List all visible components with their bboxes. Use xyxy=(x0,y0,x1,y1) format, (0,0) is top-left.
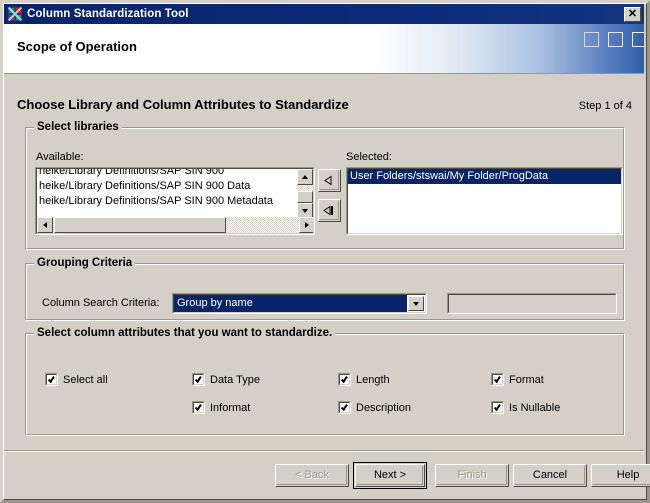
list-item-selected[interactable]: User Folders/stswai/My Folder/ProgData xyxy=(348,169,621,184)
dialog-content: Choose Library and Column Attributes to … xyxy=(4,75,644,450)
cancel-button[interactable]: Cancel xyxy=(513,464,587,487)
finish-button[interactable]: Finish xyxy=(435,464,509,487)
close-icon: ✕ xyxy=(627,7,638,20)
arrow-left-bar-icon xyxy=(323,205,333,216)
chevron-left-icon xyxy=(43,222,47,228)
checkbox-description[interactable]: Description xyxy=(338,401,411,414)
criteria-value-input[interactable] xyxy=(447,293,617,314)
checkbox-box[interactable] xyxy=(338,373,351,386)
selected-label: Selected: xyxy=(346,151,392,163)
checkbox-label: Format xyxy=(509,373,544,386)
close-button[interactable]: ✕ xyxy=(624,6,641,22)
checkbox-label: Length xyxy=(356,373,390,386)
selected-libraries-listbox[interactable]: User Folders/stswai/My Folder/ProgData xyxy=(346,167,623,235)
checkbox-is-nullable[interactable]: Is Nullable xyxy=(491,401,560,414)
select-libraries-group-title: Select libraries xyxy=(34,121,122,133)
dropdown-button[interactable] xyxy=(408,296,424,311)
chevron-up-icon xyxy=(302,175,308,179)
checkbox-label: Data Type xyxy=(210,373,260,386)
vertical-scroll-thumb[interactable] xyxy=(297,191,313,203)
check-icon xyxy=(494,375,502,383)
grouping-criteria-group-title: Grouping Criteria xyxy=(34,257,136,269)
horizontal-scroll-thumb[interactable] xyxy=(54,217,226,233)
check-icon xyxy=(341,375,349,383)
footer-separator xyxy=(4,450,644,452)
checkbox-label: Select all xyxy=(63,373,108,386)
checkbox-data-type[interactable]: Data Type xyxy=(192,373,260,386)
checkbox-label: Informat xyxy=(210,401,251,414)
scroll-left-button[interactable] xyxy=(37,217,53,233)
checkbox-format[interactable]: Format xyxy=(491,373,544,386)
move-all-button[interactable] xyxy=(318,199,341,222)
scroll-up-button[interactable] xyxy=(297,169,313,185)
checkbox-box[interactable] xyxy=(45,373,58,386)
step-indicator: Step 1 of 4 xyxy=(578,100,632,112)
column-search-criteria-value: Group by name xyxy=(174,295,407,312)
help-button[interactable]: Help xyxy=(591,464,650,487)
chevron-down-icon xyxy=(413,301,419,306)
available-libraries-listbox[interactable]: heike/Library Definitions/SAP SIN 900 Me… xyxy=(35,167,315,235)
checkbox-box[interactable] xyxy=(338,401,351,414)
banner-square-icon-2 xyxy=(608,32,623,47)
available-label: Available: xyxy=(36,151,84,163)
application-window: Column Standardization Tool ✕ Scope of O… xyxy=(0,0,650,503)
checkbox-box[interactable] xyxy=(192,401,205,414)
arrow-left-icon xyxy=(324,175,332,186)
page-title: Choose Library and Column Attributes to … xyxy=(17,97,349,112)
check-icon xyxy=(341,403,349,411)
list-item[interactable]: heike/Library Definitions/SAP SIN 900 Me… xyxy=(37,194,297,209)
window-title: Column Standardization Tool xyxy=(27,8,189,20)
check-icon xyxy=(494,403,502,411)
dialog-frame: Column Standardization Tool ✕ Scope of O… xyxy=(0,0,650,503)
checkbox-label: Is Nullable xyxy=(509,401,561,414)
move-selected-button[interactable] xyxy=(318,169,341,192)
title-bar[interactable]: Column Standardization Tool ✕ xyxy=(4,4,644,24)
checkbox-label: Description xyxy=(356,401,412,414)
column-search-criteria-label: Column Search Criteria: xyxy=(42,297,160,309)
app-chart-icon xyxy=(7,6,23,22)
list-item[interactable]: heike/Library Definitions/SAP SIN 900 xyxy=(37,169,297,179)
banner-square-icon-1 xyxy=(584,32,599,47)
check-icon xyxy=(48,375,56,383)
checkbox-select-all[interactable]: Select all xyxy=(45,373,108,386)
banner-square-icon-3 xyxy=(632,32,644,47)
checkbox-informat[interactable]: Informat xyxy=(192,401,250,414)
check-icon xyxy=(195,375,203,383)
checkbox-box[interactable] xyxy=(491,373,504,386)
wizard-banner: Scope of Operation xyxy=(4,24,644,74)
banner-title: Scope of Operation xyxy=(17,39,137,54)
checkbox-box[interactable] xyxy=(491,401,504,414)
check-icon xyxy=(195,403,203,411)
available-list-horizontal-scrollbar[interactable] xyxy=(37,217,313,233)
available-list-vertical-scrollbar[interactable] xyxy=(297,169,313,219)
back-button[interactable]: < Back xyxy=(275,464,349,487)
column-attributes-group-title: Select column attributes that you want t… xyxy=(34,327,336,339)
chevron-right-icon xyxy=(305,222,309,228)
column-search-criteria-combobox[interactable]: Group by name xyxy=(172,293,427,314)
list-item[interactable]: heike/Library Definitions/SAP SIN 900 Da… xyxy=(37,179,297,194)
scroll-right-button[interactable] xyxy=(299,217,313,233)
chevron-down-icon xyxy=(302,209,308,213)
checkbox-length[interactable]: Length xyxy=(338,373,390,386)
dialog-footer: < Back Next > Finish Cancel Help xyxy=(4,450,650,499)
checkbox-box[interactable] xyxy=(192,373,205,386)
next-button[interactable]: Next > xyxy=(353,462,427,489)
